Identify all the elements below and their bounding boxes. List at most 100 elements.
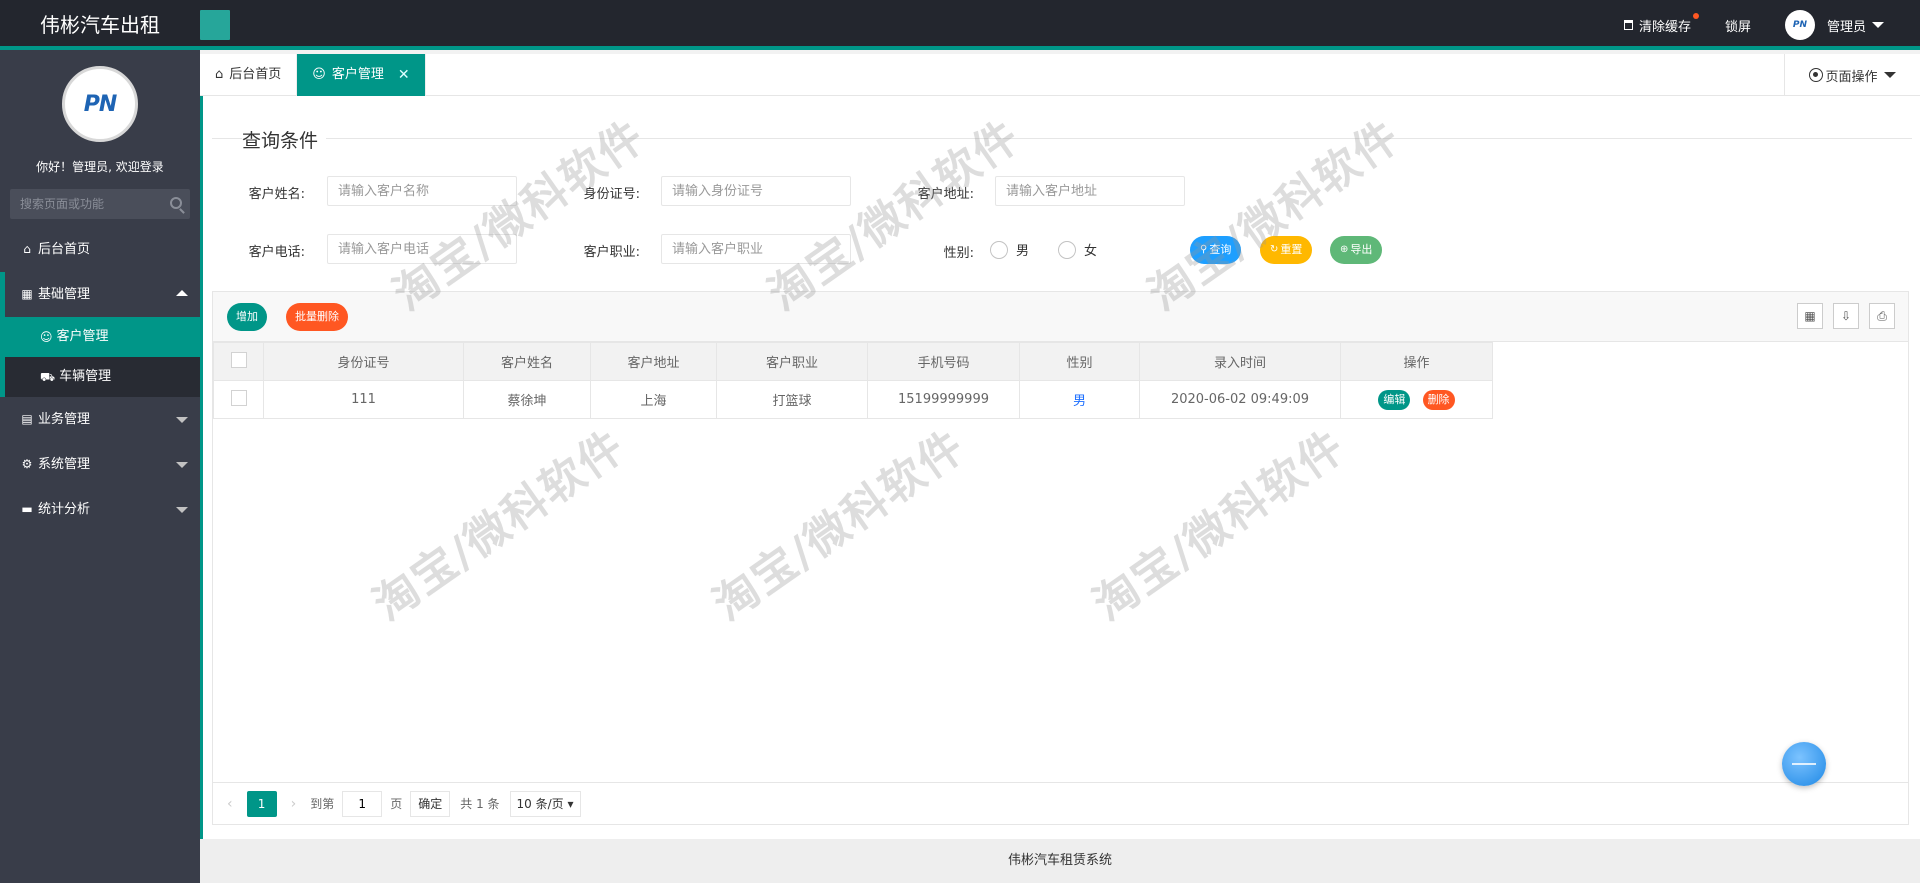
customer-phone-input[interactable] <box>327 234 517 264</box>
delete-button[interactable]: 删除 <box>1422 389 1455 410</box>
page-ops-label: 页面操作 <box>1825 69 1878 85</box>
logo-text: PN <box>83 91 118 117</box>
sidebar-item-vehicle[interactable]: ⛟ 车辆管理 <box>0 357 200 397</box>
clear-cache-label: 清除缓存 <box>1638 19 1691 35</box>
chart-icon: ▬ <box>21 502 33 516</box>
lock-screen-label: 锁屏 <box>1724 19 1751 35</box>
row-checkbox[interactable] <box>230 389 247 406</box>
sidebar-search-input[interactable] <box>10 189 160 219</box>
chevron-down-icon <box>1872 22 1884 28</box>
reset-button-label: 重置 <box>1280 243 1303 256</box>
grid-icon: ▦ <box>21 287 33 301</box>
user-menu[interactable]: PN 管理员 <box>1784 10 1884 40</box>
main-content: 查询条件 客户姓名: 身份证号: 客户地址: 客户电话: 客户职业: 性别: 男… <box>200 96 1920 839</box>
customer-table: 身份证号 客户姓名 客户地址 客户职业 手机号码 性别 录入时间 操作 111 … <box>213 342 1493 419</box>
avatar: PN <box>1784 10 1815 40</box>
lock-screen-button[interactable]: 锁屏 <box>1725 16 1751 35</box>
reset-button[interactable]: ↻ 重置 <box>1260 236 1313 264</box>
fieldset-divider <box>212 138 1912 139</box>
export-button[interactable]: ⊕ 导出 <box>1330 236 1383 264</box>
column-header[interactable]: 客户姓名 <box>463 342 591 381</box>
customer-address-input[interactable] <box>995 176 1185 206</box>
footer: 伟彬汽车租赁系统 <box>200 839 1920 883</box>
phone-label: 客户电话: <box>248 245 305 260</box>
page-operations-menu[interactable]: 页面操作 <box>1784 54 1920 96</box>
chevron-right-icon[interactable]: › <box>291 796 297 812</box>
chevron-left-icon[interactable]: ‹ <box>227 796 233 812</box>
cell-actions: 编辑 删除 <box>1340 380 1493 419</box>
column-header[interactable]: 录入时间 <box>1139 342 1341 381</box>
cell-id: 111 <box>263 380 464 419</box>
target-icon <box>1809 68 1824 82</box>
column-header[interactable]: 性别 <box>1019 342 1140 381</box>
sidebar-item-label: 统计分析 <box>38 502 91 517</box>
brand-title: 伟彬汽车出租 <box>40 13 160 37</box>
gender-female-radio[interactable]: 女 <box>1058 240 1097 259</box>
search-button-label: 查询 <box>1209 243 1232 256</box>
cell-time: 2020-06-02 09:49:09 <box>1139 380 1341 419</box>
page-number-input[interactable] <box>342 790 383 817</box>
print-icon[interactable]: ⎙ <box>1869 303 1895 329</box>
tab-bar: ⌂ 后台首页 ☺ 客户管理 ✕ 页面操作 <box>200 54 1920 96</box>
sidebar-nav: ⌂ 后台首页 ▦ 基础管理 ☺ 客户管理 ⛟ 车辆管理 ▤ 业务管理 ⚙ 系统管… <box>0 227 200 532</box>
sidebar-item-label: 后台首页 <box>38 242 91 257</box>
goto-label: 到第 <box>310 797 335 811</box>
header-actions: 清除缓存 锁屏 PN 管理员 <box>1623 0 1920 50</box>
cell-name: 蔡徐坤 <box>463 380 591 419</box>
customer-job-input[interactable] <box>661 234 851 264</box>
tab-customer[interactable]: ☺ 客户管理 ✕ <box>297 54 426 96</box>
sidebar-item-label: 系统管理 <box>38 457 91 472</box>
floating-assistant-button[interactable] <box>1782 742 1826 786</box>
sidebar: PN 你好！管理员, 欢迎登录 ⌂ 后台首页 ▦ 基础管理 ☺ 客户管理 ⛟ 车… <box>0 50 200 883</box>
column-header[interactable]: 客户地址 <box>590 342 717 381</box>
cell-address: 上海 <box>590 380 717 419</box>
column-header[interactable]: 客户职业 <box>716 342 868 381</box>
gear-icon: ⚙ <box>21 457 33 471</box>
page-current[interactable]: 1 <box>246 790 277 817</box>
sidebar-item-home[interactable]: ⌂ 后台首页 <box>0 227 200 272</box>
select-all-cell <box>213 342 264 381</box>
page-size-value: 10 条/页 <box>516 796 564 811</box>
search-icon[interactable] <box>170 197 182 209</box>
sidebar-item-label: 客户管理 <box>56 329 109 344</box>
cell-job: 打篮球 <box>716 380 868 419</box>
radio-circle <box>1058 240 1076 259</box>
sidebar-item-stats[interactable]: ▬ 统计分析 <box>0 487 200 532</box>
tab-home[interactable]: ⌂ 后台首页 <box>200 54 298 96</box>
page-unit-label: 页 <box>390 797 403 811</box>
refresh-icon: ↻ <box>1270 244 1279 255</box>
batch-delete-button[interactable]: 批量删除 <box>286 303 348 331</box>
add-button[interactable]: 增加 <box>227 303 267 331</box>
customer-name-input[interactable] <box>327 176 517 206</box>
edit-button[interactable]: 编辑 <box>1378 389 1411 410</box>
data-table-container: 增加 批量删除 ▦ ⇩ ⎙ 身份证号 客户姓名 客户地址 客户职业 手机号码 性… <box>212 291 1909 825</box>
logo: PN <box>62 66 138 142</box>
sidebar-item-business[interactable]: ▤ 业务管理 <box>0 397 200 442</box>
column-header[interactable]: 操作 <box>1340 342 1493 381</box>
cell-phone: 15199999999 <box>867 380 1020 419</box>
gender-male-radio[interactable]: 男 <box>990 240 1029 259</box>
sidebar-item-customer[interactable]: ☺ 客户管理 <box>0 317 200 357</box>
sidebar-toggle-button[interactable] <box>200 10 230 40</box>
sidebar-item-system[interactable]: ⚙ 系统管理 <box>0 442 200 487</box>
sidebar-item-basic[interactable]: ▦ 基础管理 <box>0 272 200 317</box>
total-count: 共 1 条 <box>460 797 500 811</box>
column-header[interactable]: 手机号码 <box>867 342 1020 381</box>
table-row[interactable]: 111 蔡徐坤 上海 打篮球 15199999999 男 2020-06-02 … <box>213 380 1493 419</box>
tab-label: 客户管理 <box>331 67 384 82</box>
page-size-select[interactable]: 10 条/页 ▾ <box>509 790 581 817</box>
id-number-input[interactable] <box>661 176 851 206</box>
columns-icon[interactable]: ▦ <box>1797 303 1823 329</box>
search-button[interactable]: ⚲ 查询 <box>1190 236 1242 264</box>
select-all-checkbox[interactable] <box>230 351 247 368</box>
chevron-up-icon <box>176 290 188 296</box>
page-confirm-button[interactable]: 确定 <box>410 790 451 817</box>
export-icon[interactable]: ⇩ <box>1833 303 1859 329</box>
close-icon[interactable]: ✕ <box>398 54 410 96</box>
radio-label: 女 <box>1084 244 1098 259</box>
clear-cache-button[interactable]: 清除缓存 <box>1623 12 1699 35</box>
cell-gender: 男 <box>1019 380 1140 419</box>
chevron-down-icon <box>176 417 188 423</box>
search-icon: ⚲ <box>1200 244 1208 255</box>
column-header[interactable]: 身份证号 <box>263 342 464 381</box>
